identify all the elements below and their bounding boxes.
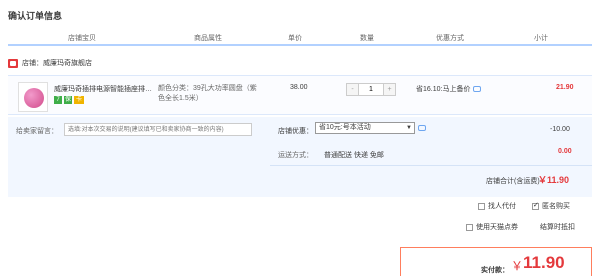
- shop-row: 店铺： 威廉玛奇旗舰店: [8, 56, 92, 70]
- shipping-label: 运送方式：: [278, 152, 313, 159]
- proxy-pay-checkbox[interactable]: [478, 202, 485, 210]
- payment-currency: ￥: [511, 259, 524, 273]
- chat-bubble-icon[interactable]: [418, 125, 426, 131]
- shop-name[interactable]: 威廉玛奇旗舰店: [43, 58, 92, 68]
- tmall-points-label: 使用天猫点券: [476, 224, 518, 231]
- col-attributes: 商品属性: [194, 35, 222, 42]
- credit-card-icon[interactable]: 卡: [74, 96, 84, 104]
- item-row: 威廉玛奇插排电源智能插座排插... 7 保 卡 颜色分类：39孔大功率圆盘（紫色…: [8, 75, 592, 115]
- payment-summary: 实付款： ￥ 11.90: [400, 247, 592, 276]
- item-price: 38.00: [290, 84, 308, 91]
- product-thumbnail[interactable]: [18, 82, 48, 112]
- guarantee-icon[interactable]: 保: [64, 96, 72, 104]
- message-input[interactable]: [64, 123, 252, 136]
- message-label: 给卖家留言：: [16, 128, 58, 135]
- col-subtotal: 小计: [534, 35, 548, 42]
- points-note: 结算时抵扣: [540, 222, 575, 232]
- item-subtotal: 21.90: [556, 84, 574, 91]
- payment-amount: 11.90: [523, 253, 565, 272]
- coupon-label: 店铺优惠：: [278, 128, 313, 135]
- item-name[interactable]: 威廉玛奇插排电源智能插座排插...: [54, 84, 154, 94]
- coupon-discount: -10.00: [550, 126, 570, 133]
- shop-total: ￥11.90: [538, 175, 570, 185]
- col-quantity: 数量: [360, 35, 374, 42]
- col-price: 单价: [288, 35, 302, 42]
- col-items: 店铺宝贝: [68, 35, 96, 42]
- item-promotion: 省16.10:马上备价: [416, 84, 482, 94]
- anonymous-label: 匿名购买: [542, 203, 570, 210]
- coupon-select[interactable]: 省10元:号本活动: [315, 122, 415, 134]
- qty-minus-button[interactable]: -: [347, 84, 358, 95]
- column-header: 店铺宝贝 商品属性 单价 数量 优惠方式 小计: [8, 30, 592, 46]
- shop-prefix: 店铺：: [22, 60, 43, 67]
- quantity-input[interactable]: [358, 84, 384, 95]
- item-badges: 7 保 卡: [54, 96, 84, 104]
- anonymous-checkbox[interactable]: [532, 201, 539, 210]
- qty-plus-button[interactable]: +: [384, 84, 395, 95]
- seven-day-return-icon[interactable]: 7: [54, 96, 62, 104]
- tmall-points-option[interactable]: 使用天猫点券: [466, 222, 518, 232]
- proxy-pay-option[interactable]: 找人代付: [478, 201, 516, 211]
- order-extras: 给卖家留言： 店铺优惠： 省10元:号本活动 -10.00 运送方式： 普通配送…: [8, 117, 592, 197]
- proxy-pay-label: 找人代付: [488, 203, 516, 210]
- shop-total-label: 店铺合计(含运费): [486, 178, 540, 185]
- shop-icon: [8, 58, 18, 68]
- payment-label: 实付款：: [481, 267, 509, 274]
- divider: [270, 165, 592, 166]
- shipping-method: 普通配送 快递 免邮: [324, 152, 384, 159]
- quantity-stepper: - +: [346, 83, 396, 96]
- tmall-points-checkbox[interactable]: [466, 223, 473, 231]
- promotion-text: 省16.10:马上备价: [416, 86, 471, 93]
- col-promotion: 优惠方式: [436, 35, 464, 42]
- points-note-text: 结算时抵扣: [540, 224, 575, 231]
- shipping-fee: 0.00: [558, 148, 572, 155]
- chat-bubble-icon[interactable]: [473, 86, 482, 92]
- item-spec: 颜色分类：39孔大功率圆盘（紫色全长1.5米）: [158, 85, 257, 102]
- page-title: 确认订单信息: [8, 11, 63, 21]
- anonymous-option[interactable]: 匿名购买: [532, 201, 570, 211]
